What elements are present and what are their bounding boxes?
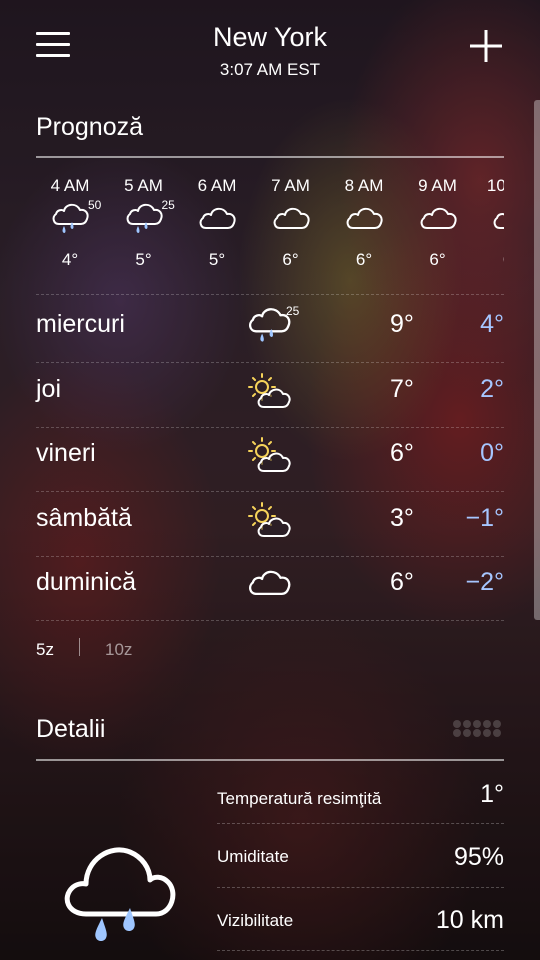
cloud-icon <box>344 202 384 238</box>
loading-dots-icon <box>452 718 504 738</box>
hour-label: 8 AM <box>344 176 384 195</box>
forecast-divider <box>36 156 504 158</box>
cloud-icon <box>197 202 237 238</box>
divider <box>217 950 504 951</box>
divider <box>36 620 504 621</box>
hourly-item: 10 AM 6° <box>474 174 504 270</box>
feels-like-value: 1° <box>480 780 504 808</box>
hour-temp: 4° <box>61 250 79 269</box>
forecast-title: Prognoză <box>36 113 144 141</box>
day-low-temp: 2° <box>480 374 504 403</box>
divider <box>36 362 504 363</box>
day-name: joi <box>36 374 62 403</box>
hourly-item: 5 AM 25 5° <box>107 174 181 270</box>
hour-temp: 5° <box>208 250 226 269</box>
city-name: New York <box>212 22 328 52</box>
rain-cloud-icon <box>58 838 184 948</box>
day-high-temp: 6° <box>390 439 414 467</box>
precip-chance: 25 <box>286 304 300 318</box>
cloud-icon <box>418 202 458 238</box>
sun-cloud-icon <box>246 371 294 411</box>
cloud-icon <box>491 202 504 238</box>
precip-chance: 50 <box>88 198 102 212</box>
day-name: miercuri <box>36 310 125 338</box>
hourly-item: 4 AM 50 4° <box>33 174 107 270</box>
day-high-temp: 9° <box>390 310 414 338</box>
day-high-temp: 7° <box>390 374 414 403</box>
hourly-item: 6 AM 5° <box>180 174 254 270</box>
humidity-label: Umiditate <box>217 847 289 866</box>
day-name: vineri <box>36 439 96 467</box>
cloud-icon <box>246 564 294 604</box>
visibility-value: 10 km <box>435 906 504 934</box>
divider <box>36 294 504 295</box>
divider <box>36 491 504 492</box>
day-name: duminică <box>36 568 137 596</box>
five-day-toggle[interactable]: 5z <box>36 640 54 660</box>
cloud-icon <box>271 202 311 238</box>
add-location-icon[interactable] <box>468 28 504 64</box>
divider <box>36 426 504 428</box>
day-high-temp: 3° <box>390 503 414 532</box>
day-low-temp: −2° <box>465 568 504 596</box>
rain-cloud-icon: 25 <box>124 198 175 238</box>
day-low-temp: 4° <box>480 310 504 338</box>
hour-temp: 6° <box>474 250 504 270</box>
hour-temp: 6° <box>429 250 446 269</box>
hour-label: 10 AM <box>486 176 504 195</box>
ten-day-toggle[interactable]: 10z <box>105 640 132 660</box>
day-name: sâmbătă <box>36 503 132 532</box>
background-overlay <box>0 0 540 960</box>
rain-cloud-icon: 50 <box>50 198 101 238</box>
hour-temp: 6° <box>355 250 373 269</box>
hourly-forecast-strip[interactable]: 4 AM 50 4° 5 AM 25 5° 6 AM 5° 7 AM 6° 8 AM 6° 9 AM 6°… <box>0 174 504 284</box>
hour-label: 4 AM <box>50 176 90 195</box>
sun-cloud-icon <box>246 500 294 540</box>
feels-like-label: Temperatură resimţită <box>217 789 382 808</box>
divider <box>217 823 504 824</box>
edge-panel-handle[interactable] <box>534 100 540 620</box>
details-title: Detalii <box>36 715 106 743</box>
humidity-value: 95% <box>453 843 504 871</box>
hourly-item: 7 AM 6° <box>254 174 328 270</box>
sun-cloud-icon <box>246 435 294 475</box>
divider <box>217 887 504 888</box>
day-low-temp: 0° <box>480 439 504 467</box>
divider <box>36 555 504 557</box>
hourly-item: 9 AM 6° <box>401 174 475 270</box>
local-time: 3:07 AM EST <box>219 60 321 79</box>
hour-label: 5 AM <box>124 176 163 195</box>
hourly-item: 8 AM 6° <box>327 174 401 270</box>
day-low-temp: −1° <box>465 503 504 532</box>
details-divider <box>36 759 504 761</box>
hour-label: 9 AM <box>418 176 457 195</box>
visibility-label: Vizibilitate <box>217 911 294 930</box>
hour-label: 7 AM <box>271 176 310 195</box>
day-high-temp: 6° <box>390 568 414 596</box>
toggle-separator <box>79 638 80 656</box>
hour-temp: 6° <box>282 250 299 269</box>
precip-chance: 25 <box>161 198 175 212</box>
hour-temp: 5° <box>135 250 152 269</box>
hour-label: 6 AM <box>197 176 237 195</box>
